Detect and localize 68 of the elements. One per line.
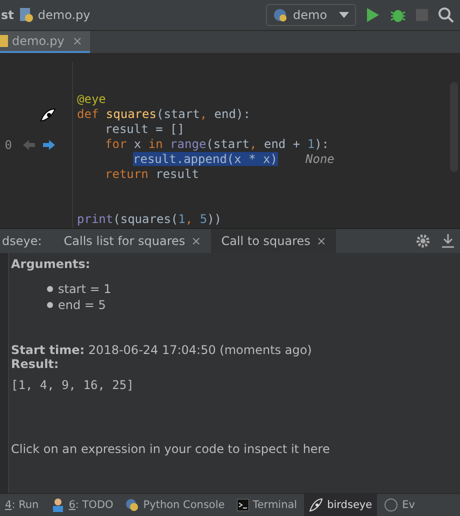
tool-window-tab[interactable]: birdseye — [304, 494, 378, 516]
code-token: end + — [264, 137, 302, 151]
code-token: (squares( — [113, 212, 178, 226]
code-token: , — [250, 137, 258, 151]
code-token: squares — [106, 107, 156, 121]
tool-window-tab[interactable]: 6: TODO — [46, 494, 118, 516]
tool-window-tab[interactable]: Python Console — [120, 494, 230, 516]
code-token: range — [170, 137, 206, 151]
argument-item: start = 1 — [58, 282, 112, 296]
close-icon[interactable]: × — [316, 234, 326, 248]
result-label: Result: — [11, 357, 60, 371]
code-token: 5 — [200, 212, 208, 226]
code-token: 1 — [307, 137, 315, 151]
breadcrumb[interactable]: demo.py — [38, 8, 90, 22]
breadcrumb[interactable]: st — [1, 8, 14, 22]
code-token: @eye — [77, 92, 106, 106]
start-time-text: Start time: 2018-06-24 17:04:50 (moments ago) — [11, 343, 313, 357]
download-icon[interactable] — [442, 234, 454, 248]
eye-icon — [309, 498, 324, 512]
code-token: x — [134, 137, 142, 151]
editor-tab[interactable]: demo.py × — [0, 31, 90, 53]
code-token: for — [105, 137, 128, 151]
code-token: result = [] — [105, 122, 184, 136]
code-token: result.append(x * x) — [133, 152, 278, 166]
file-icon — [0, 35, 8, 47]
code-token: def — [77, 107, 100, 121]
code-token: , — [185, 212, 194, 226]
panel-title: dseye: — [2, 234, 42, 248]
terminal-icon — [236, 499, 249, 511]
result-value: [1, 4, 9, 16, 25] — [11, 378, 135, 392]
hint-text: Click on an expression in your code to inspect it here — [11, 442, 331, 456]
code-token: result — [156, 167, 199, 181]
gear-icon[interactable] — [416, 234, 432, 248]
tool-window-tab[interactable]: Terminal — [232, 494, 302, 516]
eye-icon[interactable] — [40, 108, 56, 122]
bullet-icon — [47, 302, 53, 308]
speech-bubble-icon — [384, 498, 398, 512]
tool-window-tab[interactable]: 4: Run — [0, 494, 44, 516]
python-icon — [125, 498, 140, 512]
code-token: print — [77, 212, 114, 226]
caret-icon — [339, 12, 349, 18]
code-token: (start — [206, 137, 250, 151]
line-number: 0 — [4, 138, 12, 152]
code-token: in — [148, 137, 164, 151]
close-icon[interactable]: × — [72, 34, 82, 48]
code-token: 1 — [178, 212, 186, 226]
bullet-icon — [47, 286, 53, 292]
code-token: (start — [156, 107, 200, 121]
run-icon[interactable] — [366, 7, 380, 23]
code-token: )) — [207, 212, 222, 226]
search-icon[interactable] — [438, 7, 454, 23]
forward-arrow-icon[interactable] — [42, 138, 56, 150]
python-icon — [273, 8, 287, 22]
arguments-label: Arguments: — [11, 257, 92, 271]
bug-icon[interactable] — [390, 7, 406, 23]
person-icon — [50, 498, 65, 512]
code-token: , — [200, 107, 208, 121]
inline-value: None — [306, 152, 334, 166]
code-token: ): — [314, 137, 330, 151]
close-icon[interactable]: × — [191, 234, 202, 248]
panel-tab[interactable]: Call to squares × — [211, 229, 336, 253]
code-token: end): — [214, 107, 250, 121]
panel-tab[interactable]: Calls list for squares × — [54, 229, 212, 253]
tool-window-tab[interactable]: Ev — [379, 494, 420, 516]
python-file-icon — [18, 7, 34, 23]
code-token: return — [105, 167, 150, 181]
run-config-dropdown[interactable]: demo — [266, 4, 356, 26]
argument-item: end = 5 — [58, 298, 106, 312]
